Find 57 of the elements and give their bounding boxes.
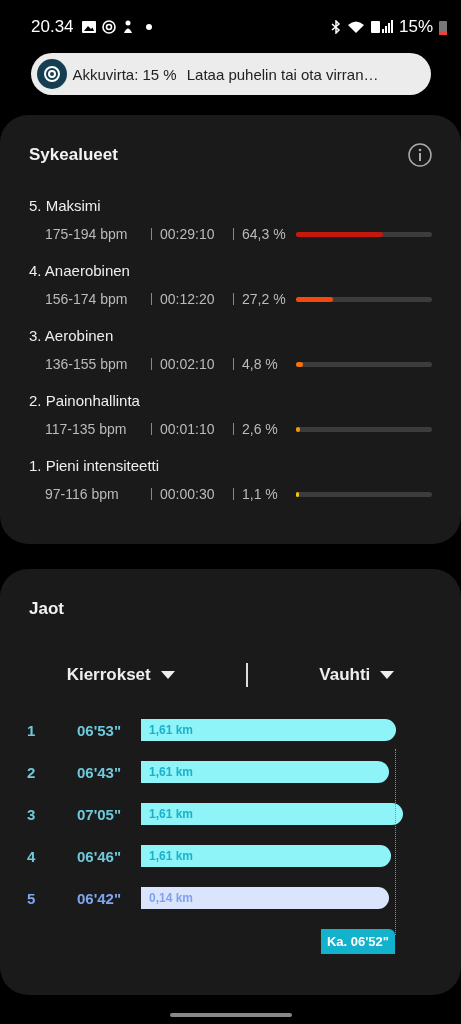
zone-duration: 00:00:30 — [160, 486, 216, 502]
zone-name: 3. Aerobinen — [29, 327, 115, 344]
notification-text: Lataa puhelin tai ota virran… — [186, 65, 379, 83]
zone-range: 175-194 bpm — [45, 226, 129, 242]
zone-name: 5. Maksimi — [29, 197, 102, 214]
zone-name: 2. Painonhallinta — [29, 392, 141, 409]
lap-number: 5 — [27, 889, 37, 907]
signal-icon — [370, 20, 393, 34]
image-icon — [81, 21, 96, 33]
average-pace-label: Ka. 06'52" — [320, 929, 395, 954]
zone-percent: 27,2 % — [242, 291, 287, 307]
card-title: Jaot — [29, 599, 65, 619]
caret-icon — [160, 671, 175, 679]
bluetooth-icon — [330, 20, 341, 34]
zone-range: 117-135 bpm — [45, 421, 128, 437]
zone-range: 136-155 bpm — [45, 356, 129, 372]
lap-bar: 1,61 km — [141, 845, 392, 867]
notification-title: Akkuvirta: 15 % — [72, 65, 177, 83]
lap-number: 2 — [27, 763, 37, 781]
lap-pace: 06'46" — [77, 847, 123, 865]
zone-range: 97-116 bpm — [45, 486, 120, 502]
zone-percent: 64,3 % — [242, 226, 287, 242]
zone-name: 1. Pieni intensiteetti — [29, 457, 161, 474]
lap-bar: 1,61 km — [141, 719, 396, 741]
lap-pace: 07'05" — [77, 805, 123, 823]
caret-icon — [380, 671, 395, 679]
lap-bar: 1,61 km — [141, 761, 390, 783]
lap-bar: 1,61 km — [141, 803, 403, 825]
zone-percent: 4,8 % — [242, 356, 279, 372]
lap-pace: 06'43" — [77, 763, 123, 781]
target-icon — [101, 20, 116, 34]
lap-number: 1 — [27, 721, 37, 739]
zone-percent: 1,1 % — [242, 486, 279, 502]
notification-pill[interactable]: Akkuvirta: 15 % Lataa puhelin tai ota virran… — [30, 53, 431, 95]
dropdown[interactable]: Vauhti — [315, 661, 399, 689]
status-time: 20.34 — [31, 17, 74, 37]
zone-name: 4. Anaerobinen — [29, 262, 131, 279]
battery-icon — [439, 19, 447, 35]
lap-number: 3 — [27, 805, 37, 823]
power-app-icon — [36, 59, 67, 89]
lap-bar: 0,14 km — [141, 887, 389, 909]
dot-icon — [145, 24, 152, 30]
zone-range: 156-174 bpm — [45, 291, 129, 307]
lap-number: 4 — [27, 847, 37, 865]
zone-percent: 2,6 % — [242, 421, 279, 437]
battery-percent: 15% — [398, 17, 433, 37]
info-icon[interactable] — [408, 143, 432, 167]
dropdown[interactable]: Kierrokset — [62, 661, 179, 689]
card-title: Sykealueet — [29, 145, 118, 165]
lap-pace: 06'42" — [77, 889, 123, 907]
zone-duration: 00:01:10 — [160, 421, 216, 437]
zone-duration: 00:12:20 — [160, 291, 216, 307]
zone-duration: 00:29:10 — [160, 226, 216, 242]
wifi-icon — [346, 20, 365, 34]
zone-duration: 00:02:10 — [160, 356, 216, 372]
figure-icon — [121, 20, 134, 34]
lap-pace: 06'53" — [77, 721, 123, 739]
